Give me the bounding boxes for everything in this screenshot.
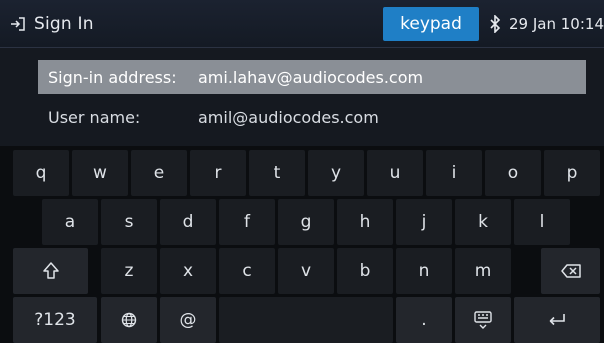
key-b[interactable]: b: [337, 248, 393, 294]
on-screen-keyboard: q w e r t y u i o p a s d f g h j k l z …: [0, 146, 604, 343]
sign-in-screen: Sign In keypad 29 Jan 10:14 Sign-in addr…: [0, 0, 604, 343]
key-z[interactable]: z: [101, 248, 157, 294]
user-name-field[interactable]: User name: amil@audiocodes.com: [38, 100, 586, 134]
status-bar: Sign In keypad 29 Jan 10:14: [0, 0, 604, 48]
page-title: Sign In: [34, 13, 94, 34]
key-i[interactable]: i: [426, 150, 482, 196]
sign-in-address-field[interactable]: Sign-in address: ami.lahav@audiocodes.co…: [38, 60, 586, 94]
key-g[interactable]: g: [278, 199, 334, 245]
key-v[interactable]: v: [278, 248, 334, 294]
key-c[interactable]: c: [219, 248, 275, 294]
key-l[interactable]: l: [514, 199, 570, 245]
globe-icon: [121, 312, 137, 328]
key-o[interactable]: o: [485, 150, 541, 196]
key-p[interactable]: p: [544, 150, 600, 196]
key-f[interactable]: f: [219, 199, 275, 245]
enter-key[interactable]: [514, 297, 600, 343]
key-q[interactable]: q: [13, 150, 69, 196]
bluetooth-icon: [490, 14, 501, 33]
user-name-label: User name:: [48, 107, 141, 127]
key-t[interactable]: t: [249, 150, 305, 196]
keypad-button[interactable]: keypad: [383, 6, 480, 41]
sign-in-address-label: Sign-in address:: [48, 67, 177, 87]
key-d[interactable]: d: [160, 199, 216, 245]
symbols-mode-key[interactable]: ?123: [13, 297, 97, 343]
enter-icon: [549, 314, 565, 326]
key-at[interactable]: @: [160, 297, 216, 343]
user-name-value: amil@audiocodes.com: [198, 107, 379, 127]
sign-in-address-value: ami.lahav@audiocodes.com: [198, 67, 424, 87]
shift-icon: [42, 262, 59, 279]
key-u[interactable]: u: [367, 150, 423, 196]
keyboard-hide-icon: [474, 311, 492, 329]
backspace-key[interactable]: [541, 248, 600, 294]
hide-keyboard-key[interactable]: [455, 297, 511, 343]
key-w[interactable]: w: [72, 150, 128, 196]
key-y[interactable]: y: [308, 150, 364, 196]
title-area: Sign In: [0, 14, 383, 34]
space-key[interactable]: [219, 297, 393, 343]
language-key[interactable]: [101, 297, 157, 343]
key-j[interactable]: j: [396, 199, 452, 245]
sign-in-form: Sign-in address: ami.lahav@audiocodes.co…: [0, 48, 604, 146]
key-n[interactable]: n: [396, 248, 452, 294]
key-m[interactable]: m: [455, 248, 511, 294]
date-time: 29 Jan 10:14: [509, 14, 604, 33]
key-x[interactable]: x: [160, 248, 216, 294]
key-period[interactable]: .: [396, 297, 452, 343]
key-k[interactable]: k: [455, 199, 511, 245]
shift-key[interactable]: [13, 248, 88, 294]
key-a[interactable]: a: [42, 199, 98, 245]
backspace-icon: [560, 264, 581, 278]
sign-in-icon: [11, 16, 25, 31]
key-s[interactable]: s: [101, 199, 157, 245]
key-e[interactable]: e: [131, 150, 187, 196]
key-h[interactable]: h: [337, 199, 393, 245]
key-r[interactable]: r: [190, 150, 246, 196]
